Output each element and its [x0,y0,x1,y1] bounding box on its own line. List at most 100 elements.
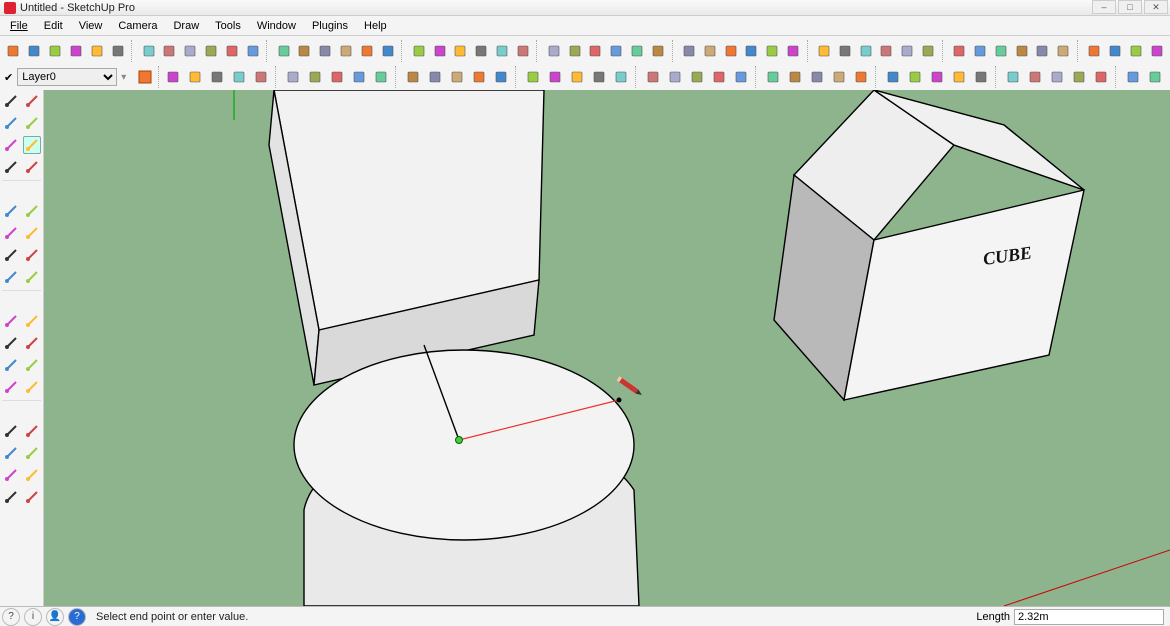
model-button[interactable] [1123,67,1143,87]
det-button[interactable] [1091,67,1111,87]
ray-button[interactable] [523,67,543,87]
status-help-icon[interactable]: ? [2,608,20,626]
xray-button[interactable] [607,41,626,61]
orbit-tool[interactable] [2,378,20,396]
leader-button[interactable] [403,67,423,87]
cloud-button[interactable] [687,67,707,87]
play-button[interactable] [1012,41,1031,61]
cube-button[interactable] [949,67,969,87]
extrude3-button[interactable] [358,41,377,61]
iso-button[interactable] [971,67,991,87]
cylinder-top[interactable] [294,350,634,540]
lasso-tool[interactable] [23,92,41,110]
rec-button[interactable] [1054,41,1073,61]
cog-button[interactable] [425,67,445,87]
bush-button[interactable] [1105,41,1124,61]
dim-button[interactable] [349,67,369,87]
globe2-button[interactable] [589,67,609,87]
measurement-input[interactable] [1014,609,1164,625]
panel-button[interactable] [829,67,849,87]
globe3-button[interactable] [905,67,925,87]
cone-button[interactable] [785,67,805,87]
menu-edit[interactable]: Edit [36,18,71,34]
skin-button[interactable] [949,41,968,61]
dim-tool[interactable] [2,334,20,352]
status-info-icon[interactable]: i [24,608,42,626]
plan-button[interactable] [1025,67,1045,87]
menu-file[interactable]: File [2,18,36,34]
orbit-button[interactable] [283,67,303,87]
top-button[interactable] [784,41,803,61]
scale-button[interactable] [472,41,491,61]
arc2-button[interactable] [181,41,200,61]
cylinder[interactable] [294,345,643,606]
hidden-button[interactable] [628,41,647,61]
grass-button[interactable] [1126,41,1145,61]
look-tool[interactable] [2,444,20,462]
wedge-button[interactable] [295,41,314,61]
xray-tool[interactable] [2,488,20,506]
freehand-button[interactable] [223,41,242,61]
move-button[interactable] [544,41,563,61]
layer-button[interactable] [1003,67,1023,87]
elev-button[interactable] [1047,67,1067,87]
info-button[interactable] [469,67,489,87]
eraser-button[interactable] [25,41,44,61]
text-button[interactable] [371,67,391,87]
scene-canvas[interactable]: CUBE [44,90,1170,606]
rect-tool[interactable] [2,136,20,154]
circle-tool[interactable] [2,158,20,176]
protractor-tool[interactable] [23,312,41,330]
tree-button[interactable] [1085,41,1104,61]
layer-selector[interactable]: ✔ Layer0 ▾ [4,68,126,86]
copy-button[interactable] [709,67,729,87]
curve-button[interactable] [67,41,86,61]
mono-button[interactable] [721,41,740,61]
push-button[interactable] [409,41,428,61]
right-button[interactable] [856,41,875,61]
xy-button[interactable] [970,41,989,61]
section-tool[interactable] [23,356,41,374]
bezier-button[interactable] [243,41,262,61]
home-button[interactable] [927,67,947,87]
status-instructor-icon[interactable]: ? [68,608,86,626]
sphere-button[interactable] [731,67,751,87]
arc-tool[interactable] [23,158,41,176]
fx-button[interactable] [665,67,685,87]
pencil-button[interactable] [4,41,23,61]
pan-tool[interactable] [23,378,41,396]
menu-draw[interactable]: Draw [165,18,207,34]
paint-tool[interactable] [2,114,20,132]
3d-poly-button[interactable] [274,41,293,61]
img-button[interactable] [305,67,325,87]
layer-dropdown[interactable]: Layer0 [17,68,117,86]
maximize-button[interactable]: □ [1118,0,1142,14]
user-button[interactable] [883,67,903,87]
back-button[interactable] [207,67,227,87]
text-tool[interactable] [23,334,41,352]
left-button[interactable] [835,41,854,61]
scale-tool[interactable] [23,224,41,242]
tape-tool[interactable] [2,312,20,330]
offset-tool[interactable] [2,268,20,286]
status-user-icon[interactable]: 👤 [46,608,64,626]
front-button[interactable] [763,41,782,61]
follow-tool[interactable] [23,246,41,264]
viewport[interactable]: CUBE [44,90,1170,606]
prev-tool[interactable] [23,466,41,484]
fwd-button[interactable] [229,67,249,87]
menu-plugins[interactable]: Plugins [304,18,356,34]
back-button[interactable] [742,41,761,61]
pie-button[interactable] [202,41,221,61]
bub-button[interactable] [991,41,1010,61]
menu-view[interactable]: View [71,18,111,34]
position-tool[interactable] [2,466,20,484]
menu-tools[interactable]: Tools [207,18,249,34]
axes-tool[interactable] [2,356,20,374]
rend-button[interactable] [1145,67,1165,87]
rotate-button[interactable] [565,41,584,61]
bottom-button[interactable] [814,41,833,61]
person-button[interactable] [1147,41,1166,61]
globe-button[interactable] [567,67,587,87]
smooth-button[interactable] [586,41,605,61]
